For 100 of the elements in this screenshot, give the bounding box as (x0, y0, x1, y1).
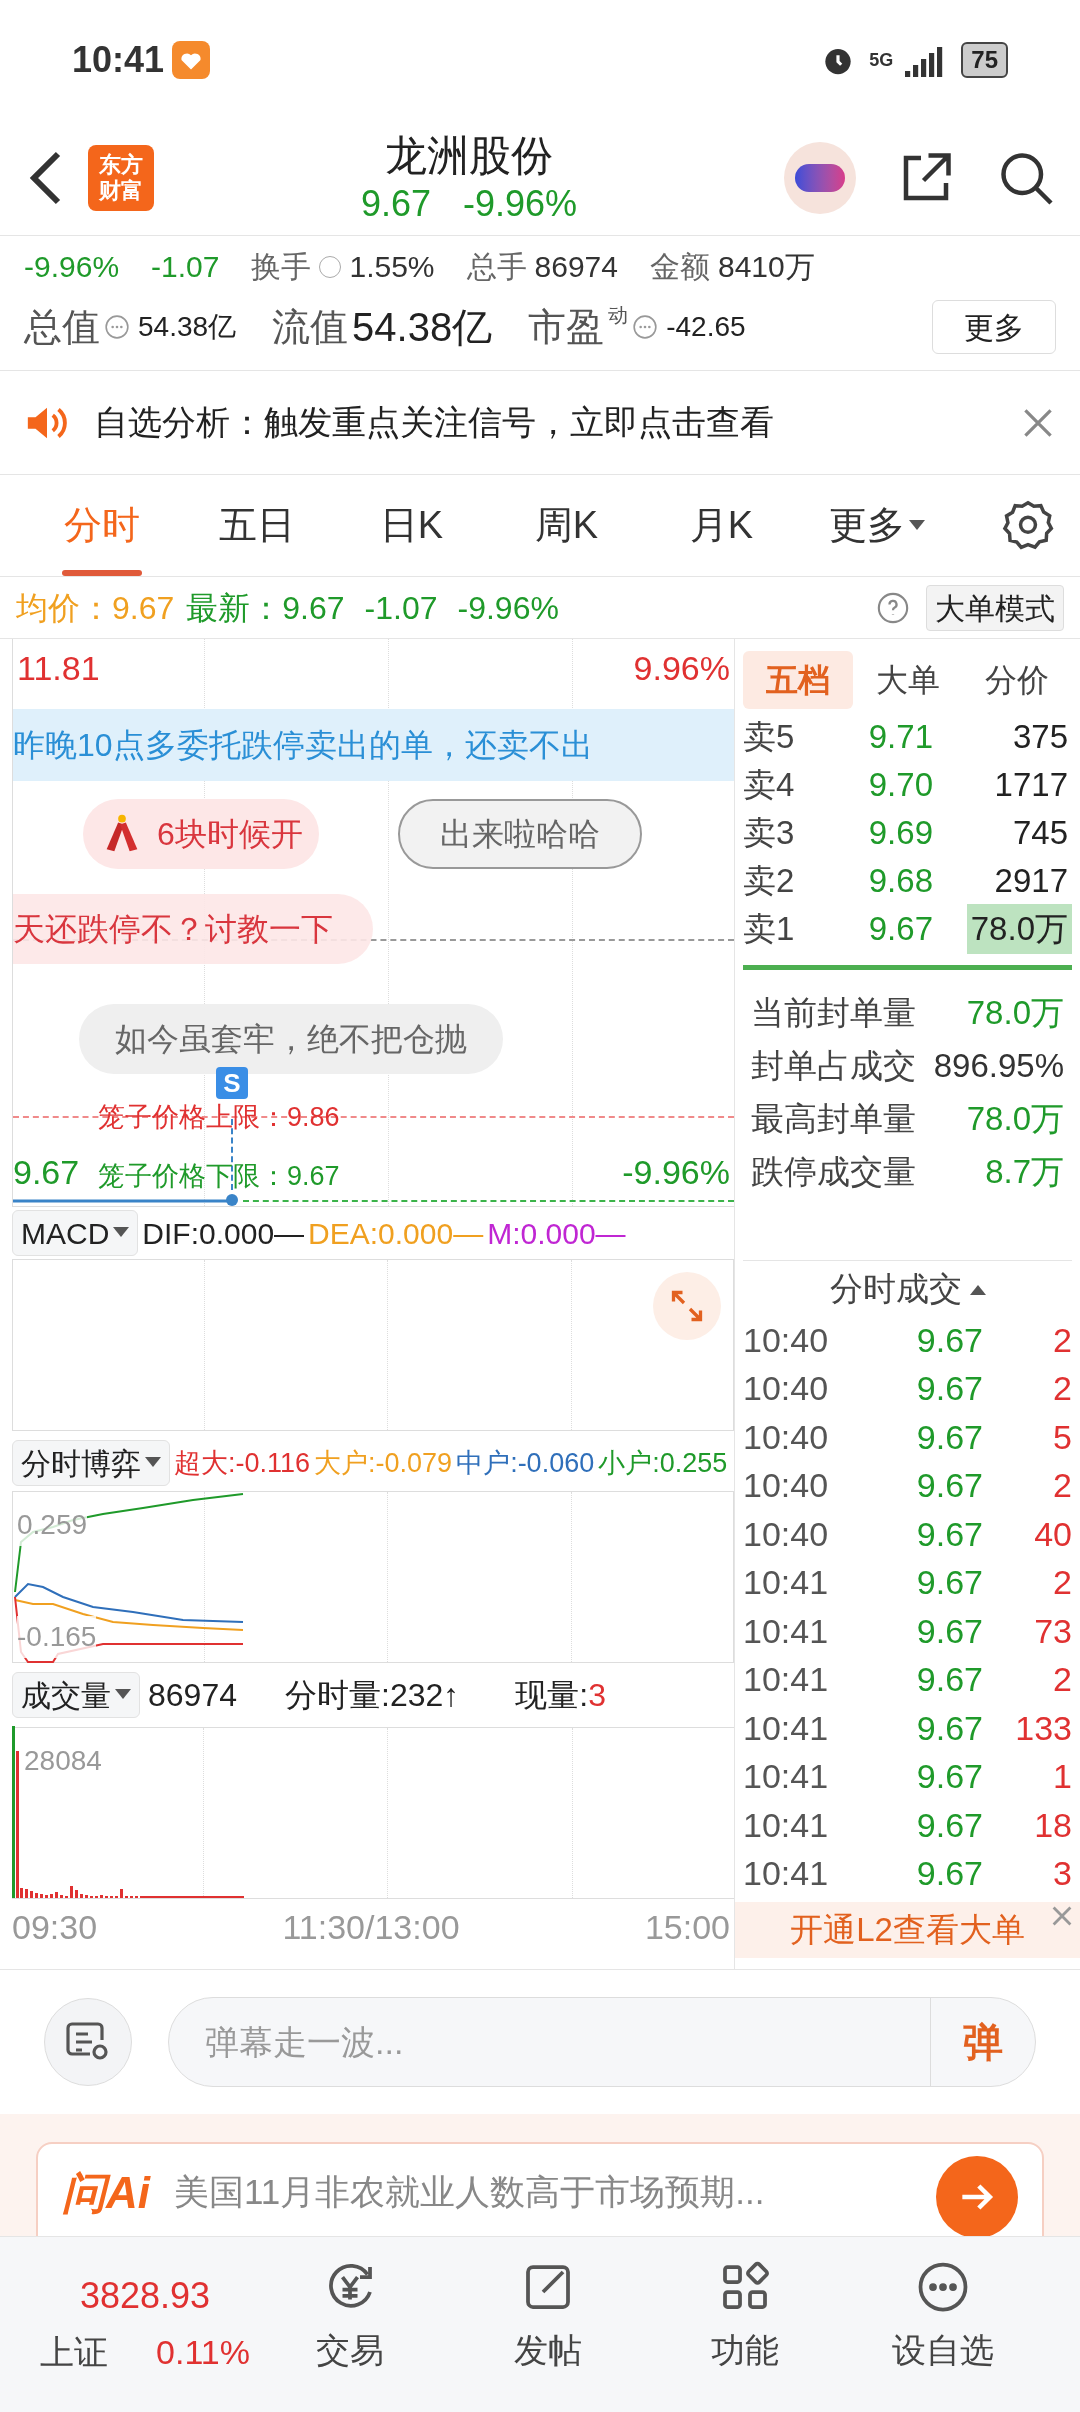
expand-icon (669, 1288, 705, 1324)
superscript-label: 动 (608, 303, 629, 328)
stat-label: 总值 (24, 304, 100, 350)
stat-value: -42.65 (666, 310, 746, 344)
latest-price: 最新：9.67 (186, 588, 345, 628)
trade-price: 9.67 (915, 1319, 983, 1361)
stock-change: -9.96% (463, 181, 578, 226)
seal-value: 8.7万 (985, 1151, 1064, 1192)
notice-text[interactable]: 自选分析：触发重点关注信号，立即点击查看 (94, 397, 774, 448)
order-book-tab[interactable]: 分价 (962, 651, 1072, 709)
ask-volume: 2917 (993, 861, 1069, 902)
volume-bar (30, 1891, 33, 1898)
trade-time: 10:41 (743, 1610, 830, 1652)
nav-item[interactable]: 发帖 (487, 2249, 685, 2412)
volume-bar (100, 1895, 103, 1898)
stat-value: 1.55% (349, 249, 435, 285)
trade-price: 9.67 (915, 1465, 983, 1507)
order-book-tab[interactable]: 大单 (852, 651, 963, 709)
ask-price: 9.68 (867, 861, 933, 902)
trade-volume: 2 (1053, 1319, 1072, 1361)
stock-name: 龙洲股份 (385, 130, 553, 181)
large-order-mode-button[interactable]: 大单模式 (926, 584, 1064, 631)
seal-value: 78.0万 (966, 1098, 1064, 1139)
trade-time: 10:40 (743, 1319, 830, 1361)
help-icon[interactable] (876, 590, 910, 625)
trade-volume: 3 (1053, 1853, 1072, 1895)
lower-limit-label: 笼子价格下限：9.67 (98, 1159, 340, 1193)
app-logo: 东方 财富 (88, 144, 154, 211)
nav-item[interactable]: 交易 (290, 2249, 488, 2412)
dea-value: DEA:0.000— (308, 1215, 484, 1252)
flow-value: 大户:-0.079 (314, 1446, 453, 1480)
m-value: M:0.000— (487, 1215, 626, 1252)
upper-limit-label: 笼子价格上限：9.86 (98, 1101, 340, 1134)
time-axis-label: 09:30 (12, 1906, 98, 1948)
trade-volume: 40 (1034, 1513, 1072, 1555)
battery-indicator: 75 (961, 42, 1008, 78)
stat-value: 8410万 (717, 249, 815, 285)
ask-level: 卖1 (743, 909, 796, 950)
comment-bubble: 天还跌停不？讨教一下 (13, 894, 373, 964)
flow-value: 超大:-0.116 (174, 1446, 311, 1480)
ai-prompt-card[interactable]: 问Ai 美国11月非农就业人数高于市场预期... (36, 2142, 1044, 2236)
chart-tab[interactable]: 月K (644, 475, 799, 576)
average-price: 均价：9.67 (16, 588, 175, 628)
stat-value: 86974 (534, 249, 618, 285)
indicator-selector[interactable]: MACD (12, 1210, 139, 1256)
ask-level: 卖3 (743, 813, 796, 854)
comment-text: 6块时候开 (157, 815, 303, 854)
trade-price: 9.67 (915, 1562, 983, 1604)
trade-time: 10:41 (743, 1756, 830, 1798)
trade-time: 10:40 (743, 1416, 830, 1458)
volume-bar (55, 1892, 58, 1898)
trade-volume: 2 (1053, 1368, 1072, 1410)
volume-bar (80, 1894, 83, 1898)
stock-price: 9.67 (360, 181, 431, 226)
chart-tab[interactable]: 更多 (799, 475, 954, 576)
index-widget[interactable]: 3828.93 上证 0.11% (0, 2249, 290, 2412)
volume-bar (50, 1894, 53, 1898)
trade-price: 9.67 (915, 1513, 983, 1555)
trade-time: 10:41 (743, 1804, 830, 1846)
percent-change: -9.96% (457, 588, 559, 628)
trade-time: 10:41 (743, 1853, 830, 1895)
axis-max-label: 28084 (24, 1744, 102, 1778)
seal-label: 封单占成交 (751, 1045, 916, 1086)
caret-down-icon (145, 1457, 161, 1469)
heart-app-icon (172, 41, 211, 79)
seal-value: 896.95% (933, 1045, 1064, 1086)
comment-bubble: 如今虽套牢，绝不把仓抛 (79, 1004, 503, 1074)
trade-price: 9.67 (915, 1804, 983, 1846)
time-axis-label: 11:30/13:00 (282, 1906, 460, 1948)
trade-volume: 73 (1034, 1610, 1072, 1652)
stat-label: 换手 (251, 249, 312, 285)
chart-tab[interactable]: 五日 (179, 475, 334, 576)
stat-label: 市盈 (528, 304, 605, 350)
trade-time: 10:40 (743, 1465, 830, 1507)
trade-time: 10:41 (743, 1707, 830, 1749)
ask-price: 9.70 (867, 765, 933, 806)
trades-header[interactable]: 分时成交 (829, 1263, 962, 1314)
trade-price: 9.67 (915, 1416, 983, 1458)
more-button[interactable]: 更多 (932, 300, 1056, 354)
ask-price: 9.71 (867, 717, 933, 758)
trade-price: 9.67 (915, 1610, 983, 1652)
index-change: 0.11% (156, 2332, 250, 2373)
ask-level: 卖4 (743, 765, 796, 806)
index-value: 3828.93 (79, 2274, 211, 2318)
volume-bar (75, 1890, 78, 1898)
top-price-label: 11.81 (17, 648, 100, 689)
nav-item[interactable]: 功能 (685, 2249, 883, 2412)
indicator-selector[interactable]: 成交量 (12, 1672, 140, 1718)
ai-prompt-text[interactable]: 美国11月非农就业人数高于市场预期... (174, 2166, 765, 2219)
trade-price: 9.67 (915, 1659, 983, 1701)
chart-tab[interactable]: 周K (489, 475, 644, 576)
trade-volume: 2 (1053, 1659, 1072, 1701)
volume-bar (35, 1893, 38, 1898)
indicator-selector[interactable]: 分时博弈 (12, 1440, 170, 1486)
chart-tab[interactable]: 日K (334, 475, 489, 576)
ai-logo: 问Ai (62, 2167, 150, 2219)
bottom-percent-label: -9.96% (622, 1152, 730, 1193)
flow-value: 小户:0.255 (598, 1446, 728, 1480)
seal-value: 78.0万 (966, 992, 1064, 1033)
nav-item[interactable]: 设自选 (882, 2249, 1080, 2412)
